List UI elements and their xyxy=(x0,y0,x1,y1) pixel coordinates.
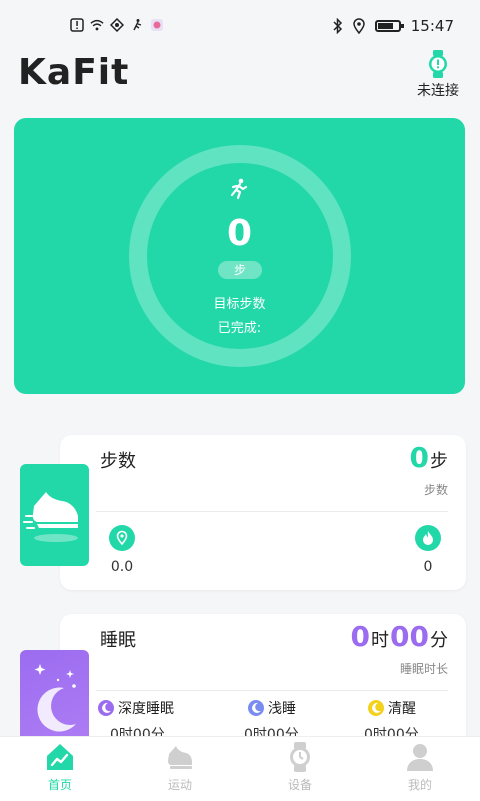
nav-label: 设备 xyxy=(287,778,312,792)
steps-shoe-tile xyxy=(20,464,89,566)
distance-icon xyxy=(109,525,135,551)
nav-label: 运动 xyxy=(167,778,192,792)
battery-icon xyxy=(374,20,404,32)
figure-icon xyxy=(133,19,142,31)
nav-profile[interactable]: 我的 xyxy=(380,741,460,793)
home-icon xyxy=(44,741,76,773)
watch-alert-icon xyxy=(428,50,448,78)
completed-label: 已完成: xyxy=(217,321,262,336)
location-icon xyxy=(353,18,365,34)
wifi-icon xyxy=(90,19,104,31)
shoe-icon xyxy=(23,492,78,542)
deep-sleep-label: 深度睡眠 xyxy=(118,701,174,717)
distance-value: 0.0 xyxy=(110,559,134,575)
running-icon xyxy=(230,178,248,200)
sleep-hours-unit: 时 xyxy=(371,630,390,651)
steps-card-unit: 步 xyxy=(430,451,448,472)
sleep-minutes: 00 xyxy=(390,620,429,653)
nav-label: 我的 xyxy=(407,778,432,792)
distance-stat: 0.0 xyxy=(96,525,148,575)
status-bar: 15:47 xyxy=(0,0,480,56)
moon-icon xyxy=(368,700,384,716)
bluetooth-icon xyxy=(333,18,342,34)
app-title: KaFit xyxy=(18,52,130,93)
flame-icon xyxy=(415,525,441,551)
user-icon xyxy=(404,741,436,773)
moon-icon xyxy=(98,700,114,716)
sleep-minutes-unit: 分 xyxy=(430,630,448,651)
steps-card-title: 步数 xyxy=(100,451,136,472)
bottom-navigation: 首页 运动 设备 我的 xyxy=(0,736,480,801)
app-icon xyxy=(151,19,163,31)
calories-stat: 0 xyxy=(402,525,454,575)
sleep-card-title: 睡眠 xyxy=(100,630,136,651)
calories-value: 0 xyxy=(423,559,433,575)
steps-card[interactable]: 步数 0 步 步数 0.0 0 xyxy=(60,435,466,590)
goal-steps-label: 目标步数 xyxy=(213,297,266,312)
moon-icon xyxy=(248,700,264,716)
vpn-icon xyxy=(110,18,124,32)
status-icons-left xyxy=(70,18,164,32)
device-status-label: 未连接 xyxy=(417,83,459,99)
nav-sport[interactable]: 运动 xyxy=(140,741,220,793)
status-icons-right: 15:47 xyxy=(333,17,454,35)
steps-card-value: 0 步 xyxy=(409,441,448,474)
nav-device[interactable]: 设备 xyxy=(260,741,340,793)
light-sleep-label: 浅睡 xyxy=(268,701,296,717)
sleep-hours: 0 xyxy=(350,620,371,653)
sneaker-icon xyxy=(164,741,196,773)
steps-card-subtitle: 步数 xyxy=(423,483,448,497)
deep-sleep-stat: 深度睡眠 xyxy=(98,698,174,718)
device-connection-status[interactable]: 未连接 xyxy=(414,50,462,100)
sleep-duration-value: 0 时 00 分 xyxy=(350,620,448,653)
daily-steps-card[interactable]: 0 步 目标步数 已完成: xyxy=(14,118,465,394)
alert-icon xyxy=(70,18,84,32)
steps-count: 0 xyxy=(226,213,253,254)
awake-stat: 清醒 xyxy=(368,698,416,718)
awake-label: 清醒 xyxy=(388,701,416,717)
light-sleep-stat: 浅睡 xyxy=(248,698,296,718)
status-time: 15:47 xyxy=(410,17,454,35)
steps-card-number: 0 xyxy=(409,441,429,474)
divider xyxy=(96,690,448,691)
nav-label: 首页 xyxy=(47,778,72,792)
divider xyxy=(96,511,448,512)
watch-icon xyxy=(284,741,316,773)
sleep-card-subtitle: 睡眠时长 xyxy=(399,662,448,676)
steps-unit-badge: 步 xyxy=(218,261,262,279)
nav-home[interactable]: 首页 xyxy=(20,741,100,793)
